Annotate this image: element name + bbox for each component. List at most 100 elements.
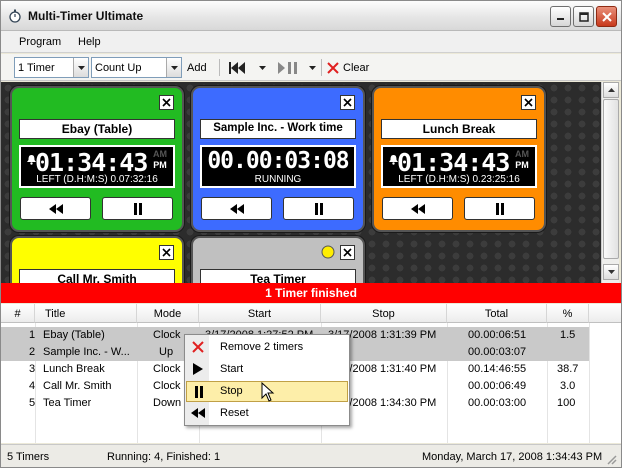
timer-card-tea-timer[interactable]: Tea Timer [191, 236, 365, 283]
column-header-start[interactable]: Start [199, 304, 321, 323]
timer-panel-scrollbar[interactable] [601, 82, 619, 283]
rewind-icon [229, 61, 245, 74]
timer-name[interactable]: Sample Inc. - Work time [200, 119, 356, 139]
close-icon [162, 248, 171, 257]
reset-timer-button[interactable] [201, 197, 272, 220]
am-pm: AM PM [153, 149, 167, 170]
app-window: Multi-Timer Ultimate Program Help 1 Time… [0, 0, 622, 468]
menu-program[interactable]: Program [19, 36, 61, 48]
chevron-up-icon [607, 88, 615, 92]
close-button[interactable] [596, 6, 617, 27]
column-header-num[interactable]: # [1, 304, 35, 323]
minimize-button[interactable] [550, 6, 571, 27]
close-icon [601, 11, 612, 22]
red-x-icon [189, 339, 207, 355]
close-icon [343, 98, 352, 107]
close-timer-button[interactable] [340, 95, 355, 110]
timer-count-value: 1 Timer [18, 62, 55, 74]
cell-num: 1 [29, 329, 36, 341]
play-pause-dropdown[interactable] [309, 58, 316, 77]
grid-line [589, 323, 590, 443]
cell-pct: 1.5 [560, 329, 576, 341]
rewind-all-button[interactable] [229, 58, 245, 77]
mode-select[interactable]: Count Up [91, 57, 182, 78]
timer-digits: 00.00:03:08 [207, 148, 349, 174]
menu-item-reset[interactable]: Reset [186, 403, 348, 424]
cell-title: Call Mr. Smith [43, 380, 112, 392]
rewind-icon [410, 203, 425, 214]
window-title: Multi-Timer Ultimate [28, 9, 144, 23]
close-timer-button[interactable] [521, 95, 536, 110]
column-header-title[interactable]: Title [35, 304, 137, 323]
play-icon [189, 361, 207, 377]
rewind-icon [189, 405, 207, 421]
timer-card-lunch-break[interactable]: Lunch Break 01:34:43 AM PM LEFT (D.H:M:S)… [372, 86, 546, 232]
mode-value: Count Up [95, 62, 142, 74]
timer-digits: 01:34:43 [35, 148, 148, 177]
timer-card-ebay[interactable]: Ebay (Table) 01:34:43 AM PM LEFT (D.H:M:S… [10, 86, 184, 232]
timer-subtext: LEFT (D.H:M:S) 0.23:25:16 [398, 174, 520, 185]
cell-title: Ebay (Table) [43, 329, 105, 341]
pause-timer-button[interactable] [464, 197, 535, 220]
chevron-down-icon [309, 65, 316, 70]
add-button[interactable]: Add [187, 58, 207, 77]
timer-display: 01:34:43 AM PM LEFT (D.H:M:S) 0.23:25:16 [381, 145, 537, 188]
red-x-icon [327, 61, 339, 74]
menu-help[interactable]: Help [78, 36, 101, 48]
scroll-up-button[interactable] [603, 82, 619, 98]
timer-name[interactable]: Lunch Break [381, 119, 537, 139]
rewind-dropdown[interactable] [259, 58, 266, 77]
close-icon [162, 98, 171, 107]
cell-pct: 3.0 [560, 380, 576, 392]
timer-name[interactable]: Ebay (Table) [19, 119, 175, 139]
timer-count-select[interactable]: 1 Timer [14, 57, 89, 78]
toolbar-separator [219, 59, 220, 76]
cell-mode: Clock [153, 329, 181, 341]
column-header-total[interactable]: Total [447, 304, 547, 323]
reset-timer-button[interactable] [20, 197, 91, 220]
timer-card-sample-inc[interactable]: Sample Inc. - Work time 00.00:03:08 RUNN… [191, 86, 365, 232]
column-header-stop[interactable]: Stop [321, 304, 447, 323]
menu-item-start[interactable]: Start [186, 359, 348, 380]
pause-timer-button[interactable] [102, 197, 173, 220]
pause-icon [314, 202, 323, 215]
rewind-icon [48, 203, 63, 214]
cell-mode: Down [153, 397, 182, 409]
cell-total: 00.00:03:00 [468, 397, 527, 409]
context-menu: Remove 2 timers Start Stop Reset [184, 334, 350, 426]
menu-item-remove[interactable]: Remove 2 timers [186, 337, 348, 358]
timer-subtext: LEFT (D.H:M:S) 0.07:32:16 [36, 174, 158, 185]
scroll-thumb[interactable] [603, 99, 619, 259]
timer-name[interactable]: Tea Timer [200, 269, 356, 283]
scroll-down-button[interactable] [603, 264, 619, 280]
cell-num: 3 [29, 363, 36, 375]
close-timer-button[interactable] [159, 95, 174, 110]
chevron-down-icon [259, 65, 266, 70]
stopwatch-icon [9, 9, 21, 23]
chevron-down-icon [607, 270, 615, 274]
status-running: Running: 4, Finished: 1 [107, 451, 221, 463]
finished-banner: 1 Timer finished [1, 283, 621, 303]
timer-name[interactable]: Call Mr. Smith [19, 269, 175, 283]
minimize-icon [557, 18, 564, 20]
close-timer-button[interactable] [340, 245, 355, 260]
reset-timer-button[interactable] [382, 197, 453, 220]
clear-label: Clear [343, 61, 370, 74]
resize-grip-icon[interactable] [605, 453, 617, 465]
status-bar: 5 Timers Running: 4, Finished: 1 Monday,… [1, 444, 621, 467]
pause-timer-button[interactable] [283, 197, 354, 220]
clear-button[interactable]: Clear [327, 58, 369, 77]
play-pause-all-button[interactable] [277, 58, 299, 77]
close-timer-button[interactable] [159, 245, 174, 260]
column-header-pct[interactable]: % [547, 304, 589, 323]
column-header-mode[interactable]: Mode [137, 304, 199, 323]
cell-total: 00.14:46:55 [468, 363, 527, 375]
cell-mode: Clock [153, 363, 181, 375]
pause-icon [133, 202, 142, 215]
am-pm: AM PM [515, 149, 529, 170]
close-icon [524, 98, 533, 107]
chevron-down-icon [166, 58, 181, 77]
maximize-button[interactable] [573, 6, 594, 27]
cell-num: 5 [29, 397, 36, 409]
timer-card-call-mr-smith[interactable]: Call Mr. Smith [10, 236, 184, 283]
